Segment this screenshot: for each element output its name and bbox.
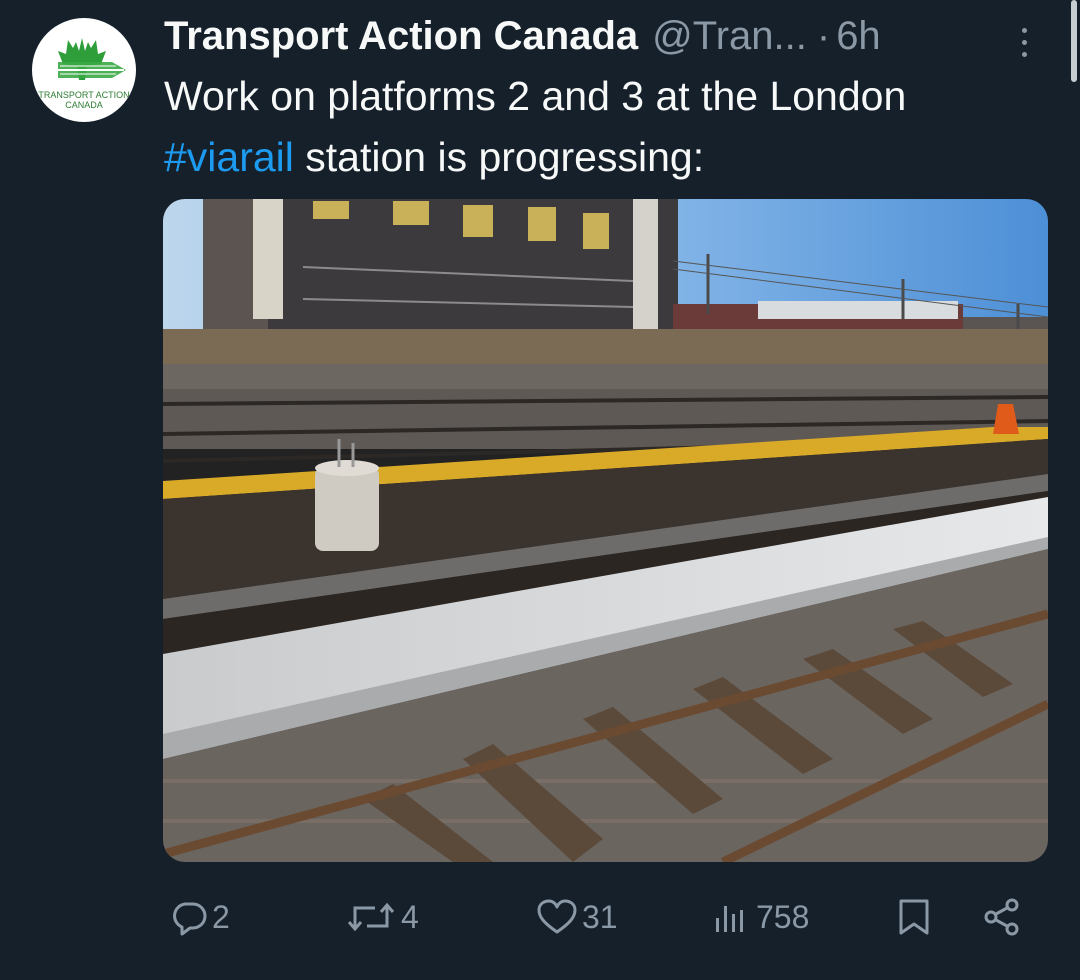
like-count: 31 [582, 898, 618, 935]
scrollbar-thumb[interactable] [1071, 0, 1077, 82]
tweet-text-part: Work on platforms 2 and 3 at the London [164, 73, 907, 119]
heart-icon [537, 899, 577, 934]
reply-button[interactable]: 2 [170, 888, 230, 946]
share-button[interactable] [982, 888, 1022, 946]
like-button[interactable]: 31 [536, 888, 618, 946]
tweet-actions: 2 4 31 758 [0, 888, 1080, 946]
views-button[interactable]: 758 [712, 888, 809, 946]
bookmark-icon [899, 899, 929, 935]
railway-platform-photo [163, 199, 1048, 862]
bookmark-button[interactable] [896, 888, 932, 946]
author-name[interactable]: Transport Action Canada [164, 14, 638, 59]
hashtag-link[interactable]: #viarail [164, 134, 294, 180]
share-icon [984, 898, 1019, 936]
retweet-icon [347, 902, 395, 932]
author-avatar[interactable]: TRANSPORT ACTION CANADA [32, 18, 136, 122]
tweet-text-part: station is progressing: [293, 134, 705, 180]
tweet-text: Work on platforms 2 and 3 at the London … [164, 66, 1044, 188]
views-chart-icon [716, 906, 743, 932]
tweet-timestamp[interactable]: 6h [836, 14, 881, 59]
reply-icon [173, 902, 207, 936]
avatar-logo-text: TRANSPORT ACTION CANADA [38, 90, 130, 110]
retweet-button[interactable]: 4 [345, 888, 419, 946]
reply-count: 2 [212, 898, 230, 935]
author-handle[interactable]: @Tran... [652, 14, 807, 59]
views-count: 758 [756, 898, 810, 935]
more-options-icon[interactable] [1014, 22, 1034, 62]
header-separator: · [816, 13, 831, 58]
tweet-photo[interactable] [163, 199, 1048, 862]
retweet-count: 4 [401, 898, 419, 935]
tweet-header: Transport Action Canada @Tran... · 6h [164, 10, 881, 62]
